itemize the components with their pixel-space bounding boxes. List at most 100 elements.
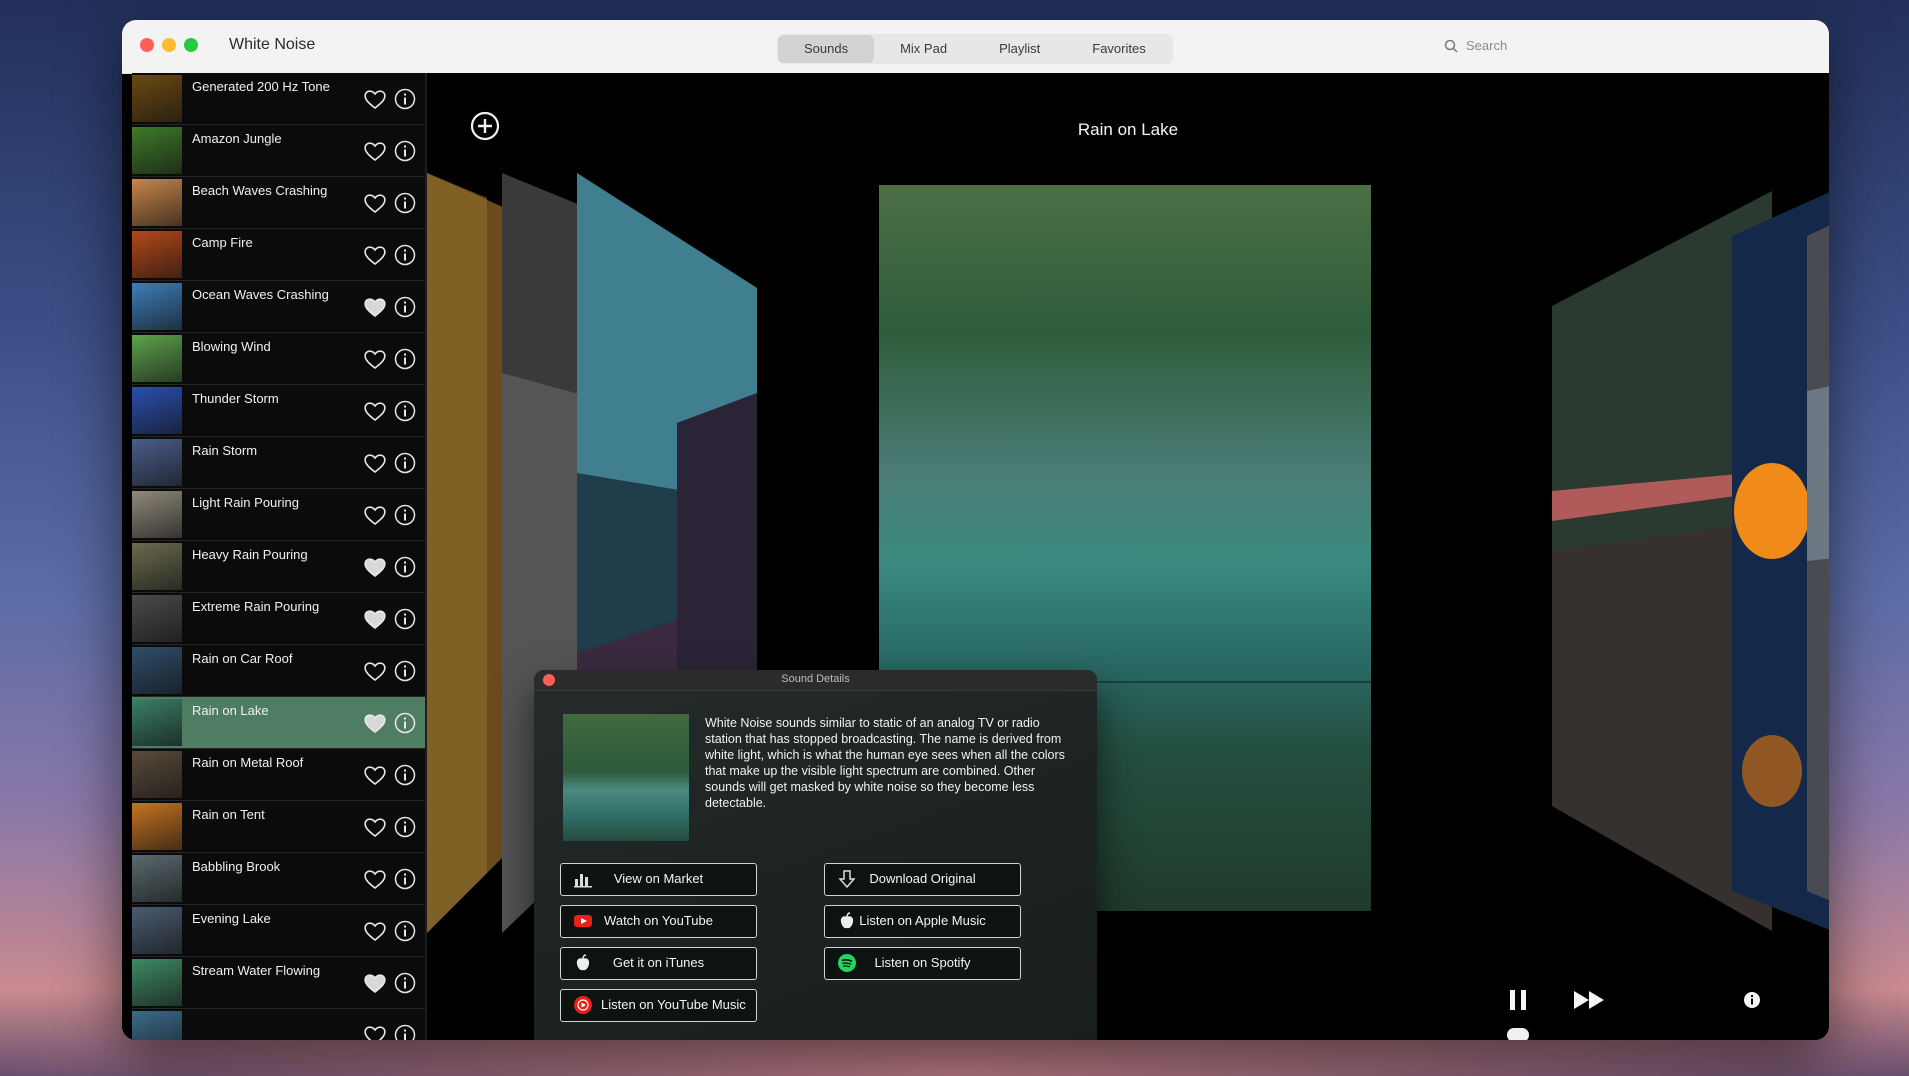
info-circle-icon[interactable] xyxy=(394,660,416,682)
fast-forward-icon[interactable] xyxy=(1572,988,1606,1012)
favorite-heart-icon[interactable] xyxy=(363,296,387,318)
sidebar-sound-row[interactable]: Beach Waves Crashing xyxy=(132,177,425,229)
favorite-heart-icon[interactable] xyxy=(363,816,387,838)
info-circle-icon[interactable] xyxy=(394,712,416,734)
info-icon[interactable] xyxy=(1743,991,1761,1009)
info-circle-icon[interactable] xyxy=(394,972,416,994)
sidebar-sound-row[interactable]: Light Rain Pouring xyxy=(132,489,425,541)
search-icon xyxy=(1444,39,1458,53)
favorite-heart-icon[interactable] xyxy=(363,920,387,942)
sidebar-sound-row[interactable]: Heavy Rain Pouring xyxy=(132,541,425,593)
sidebar-sound-row[interactable]: Evening Lake xyxy=(132,905,425,957)
listen-on-spotify-label: Listen on Spotify xyxy=(874,955,971,970)
info-circle-icon[interactable] xyxy=(394,244,416,266)
info-circle-icon[interactable] xyxy=(394,400,416,422)
favorite-heart-icon[interactable] xyxy=(363,1024,387,1040)
info-circle-icon[interactable] xyxy=(394,816,416,838)
sound-thumbnail xyxy=(132,127,182,174)
sound-row-label: Extreme Rain Pouring xyxy=(192,599,320,614)
favorite-heart-icon[interactable] xyxy=(363,88,387,110)
info-circle-icon[interactable] xyxy=(394,920,416,942)
favorite-heart-icon[interactable] xyxy=(363,400,387,422)
info-circle-icon[interactable] xyxy=(394,764,416,786)
sound-row-label: Rain Storm xyxy=(192,443,258,458)
sidebar-sound-row[interactable]: Extreme Rain Pouring xyxy=(132,593,425,645)
view-on-market-button[interactable]: View on Market xyxy=(560,863,757,896)
info-circle-icon[interactable] xyxy=(394,868,416,890)
favorite-heart-icon[interactable] xyxy=(363,868,387,890)
watch-on-youtube-label: Watch on YouTube xyxy=(604,913,713,928)
sidebar-sound-row[interactable]: Stream Water Flowing xyxy=(132,957,425,1009)
sidebar-sound-row[interactable]: Rain Storm xyxy=(132,437,425,489)
sidebar-sound-row[interactable]: Thunder Storm xyxy=(132,385,425,437)
view-on-market-label: View on Market xyxy=(613,871,704,886)
favorite-heart-icon[interactable] xyxy=(363,972,387,994)
sidebar-sound-row[interactable]: Ocean Waves Crashing xyxy=(132,281,425,333)
favorite-heart-icon[interactable] xyxy=(363,140,387,162)
sidebar-sound-row[interactable]: Rain on Tent xyxy=(132,801,425,853)
sidebar-sound-row[interactable]: Amazon Jungle xyxy=(132,125,425,177)
tab-favorites[interactable]: Favorites xyxy=(1066,35,1171,63)
favorite-heart-icon[interactable] xyxy=(363,244,387,266)
sound-thumbnail xyxy=(132,439,182,486)
close-window-button[interactable] xyxy=(140,38,154,52)
favorite-heart-icon[interactable] xyxy=(363,660,387,682)
search-field[interactable]: Search xyxy=(1444,38,1507,53)
info-circle-icon[interactable] xyxy=(394,88,416,110)
info-circle-icon[interactable] xyxy=(394,556,416,578)
sidebar-sound-row[interactable]: Blowing Wind xyxy=(132,333,425,385)
sound-row-label: Camp Fire xyxy=(192,235,253,250)
sidebar-sound-row[interactable] xyxy=(132,1009,425,1040)
sidebar-sound-row[interactable]: Rain on Car Roof xyxy=(132,645,425,697)
favorite-heart-icon[interactable] xyxy=(363,556,387,578)
sound-thumbnail xyxy=(132,387,182,434)
favorite-heart-icon[interactable] xyxy=(363,192,387,214)
favorite-heart-icon[interactable] xyxy=(363,348,387,370)
zoom-window-button[interactable] xyxy=(184,38,198,52)
volume-slider-knob[interactable] xyxy=(1507,1028,1529,1040)
info-circle-icon[interactable] xyxy=(394,348,416,370)
listen-on-apple-music-button[interactable]: Listen on Apple Music xyxy=(824,905,1021,938)
watch-on-youtube-button[interactable]: Watch on YouTube xyxy=(560,905,757,938)
sound-list[interactable]: Generated 200 Hz Tone Amazon Jungle Beach … xyxy=(132,73,425,1040)
info-circle-icon[interactable] xyxy=(394,192,416,214)
sound-thumbnail xyxy=(132,959,182,1006)
get-it-on-itunes-button[interactable]: Get it on iTunes xyxy=(560,947,757,980)
sidebar-sound-row[interactable]: Generated 200 Hz Tone xyxy=(132,73,425,125)
download-original-button[interactable]: Download Original xyxy=(824,863,1021,896)
favorite-heart-icon[interactable] xyxy=(363,504,387,526)
info-circle-icon[interactable] xyxy=(394,140,416,162)
pause-icon[interactable] xyxy=(1506,988,1530,1012)
cover-card-right-3[interactable] xyxy=(1807,191,1829,931)
sidebar-sound-row[interactable]: Babbling Brook xyxy=(132,853,425,905)
info-circle-icon[interactable] xyxy=(394,296,416,318)
sidebar-sound-row[interactable]: Camp Fire xyxy=(132,229,425,281)
sidebar-sound-row[interactable]: Rain on Lake xyxy=(132,697,425,749)
favorite-heart-icon[interactable] xyxy=(363,608,387,630)
info-circle-icon[interactable] xyxy=(394,1024,416,1040)
listen-on-youtube-music-button[interactable]: Listen on YouTube Music xyxy=(560,989,757,1022)
sound-thumbnail xyxy=(132,699,182,746)
sidebar-sound-row[interactable]: Rain on Metal Roof xyxy=(132,749,425,801)
sound-row-label: Rain on Tent xyxy=(192,807,265,822)
minimize-window-button[interactable] xyxy=(162,38,176,52)
sound-thumbnail xyxy=(132,855,182,902)
sound-row-label: Ocean Waves Crashing xyxy=(192,287,329,302)
info-circle-icon[interactable] xyxy=(394,504,416,526)
youtube-music-icon xyxy=(574,996,592,1014)
favorite-heart-icon[interactable] xyxy=(363,452,387,474)
app-window: White Noise Sounds Mix Pad Playlist Favo… xyxy=(122,20,1829,1040)
favorite-heart-icon[interactable] xyxy=(363,712,387,734)
info-circle-icon[interactable] xyxy=(394,452,416,474)
listen-on-youtube-music-label: Listen on YouTube Music xyxy=(601,997,746,1012)
info-circle-icon[interactable] xyxy=(394,608,416,630)
sound-thumbnail xyxy=(132,543,182,590)
tab-sounds[interactable]: Sounds xyxy=(778,35,875,63)
sound-row-label: Evening Lake xyxy=(192,911,271,926)
listen-on-spotify-button[interactable]: Listen on Spotify xyxy=(824,947,1021,980)
tab-mix-pad[interactable]: Mix Pad xyxy=(874,35,973,63)
sound-row-label: Blowing Wind xyxy=(192,339,271,354)
tab-playlist[interactable]: Playlist xyxy=(973,35,1066,63)
sound-thumbnail xyxy=(132,179,182,226)
favorite-heart-icon[interactable] xyxy=(363,764,387,786)
